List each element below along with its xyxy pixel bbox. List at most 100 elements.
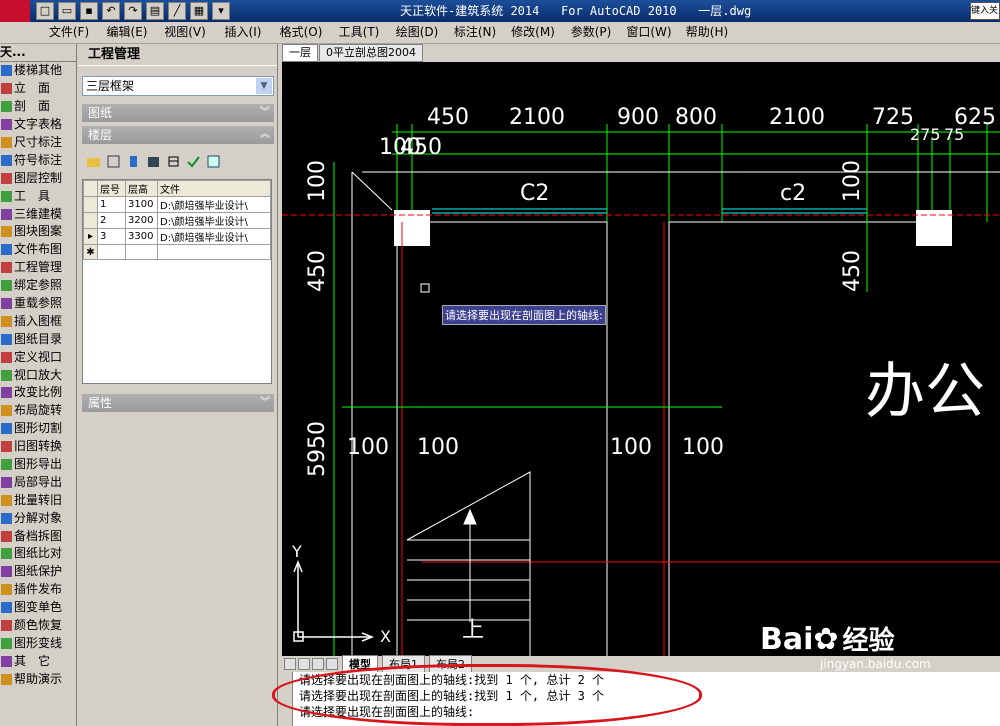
col-header-file[interactable]: 文件	[157, 180, 271, 197]
col-header-floor[interactable]: 层号	[97, 180, 126, 197]
table-row[interactable]: 1 3100 D:\颜培强毕业设计\	[83, 196, 271, 213]
new-file-icon[interactable]: □	[36, 2, 54, 20]
cell-height[interactable]: 3100	[125, 196, 158, 213]
cad-drawing-canvas[interactable]: 450 2100 900 800 2100 725 625 100 450 27…	[282, 62, 1000, 656]
menu-tools[interactable]: 工具(T)	[330, 22, 388, 43]
menu-file[interactable]: 文件(F)	[40, 22, 98, 43]
tool-item[interactable]: 尺寸标注	[0, 134, 76, 152]
open-folder-icon[interactable]: ▭	[58, 2, 76, 20]
chevron-double-up-icon[interactable]: ︽	[260, 126, 270, 144]
tool-item[interactable]: 布局旋转	[0, 402, 76, 420]
tool-item[interactable]: 分解对象	[0, 509, 76, 527]
menu-modify[interactable]: 修改(M)	[504, 22, 562, 43]
tool-item[interactable]: 绑定参照	[0, 277, 76, 295]
tool-item[interactable]: 改变比例	[0, 384, 76, 402]
menu-edit[interactable]: 编辑(E)	[98, 22, 156, 43]
last-tab-icon[interactable]	[326, 658, 338, 670]
table-new-row[interactable]: ✱	[83, 244, 271, 260]
frame-icon[interactable]	[106, 154, 121, 169]
tool-item[interactable]: 图块图案	[0, 223, 76, 241]
chevron-double-down-icon[interactable]: ︾	[260, 394, 270, 412]
tool-item[interactable]: 视口放大	[0, 366, 76, 384]
tab-first-floor[interactable]: 一层	[282, 44, 318, 62]
tool-item[interactable]: 工程管理	[0, 259, 76, 277]
calculator-icon[interactable]: ▦	[190, 2, 208, 20]
tool-item[interactable]: 局部导出	[0, 473, 76, 491]
tool-item[interactable]: 图形导出	[0, 456, 76, 474]
building-icon[interactable]	[126, 154, 141, 169]
menu-draw[interactable]: 绘图(D)	[388, 22, 446, 43]
menu-view[interactable]: 视图(V)	[156, 22, 214, 43]
menu-parameters[interactable]: 参数(P)	[562, 22, 620, 43]
prev-tab-icon[interactable]	[298, 658, 310, 670]
tool-icon	[1, 65, 12, 77]
undo-icon[interactable]: ↶	[102, 2, 120, 20]
chevron-double-down-icon[interactable]: ︾	[260, 104, 270, 122]
section-drawings[interactable]: 图纸 ︾	[82, 104, 274, 122]
table-row[interactable]: 2 3200 D:\颜培强毕业设计\	[83, 212, 271, 229]
app-logo-icon[interactable]	[0, 0, 30, 22]
tool-item[interactable]: 颜色恢复	[0, 617, 76, 635]
print-icon[interactable]: ▤	[146, 2, 164, 20]
project-select[interactable]: 三层框架 ▼	[82, 76, 274, 96]
menu-insert[interactable]: 插入(I)	[214, 22, 272, 43]
tool-item[interactable]: 立 面	[0, 80, 76, 98]
tool-item[interactable]: 其 它	[0, 652, 76, 670]
tool-item[interactable]: 图纸目录	[0, 330, 76, 348]
menu-help[interactable]: 帮助(H)	[678, 22, 736, 43]
cell-file[interactable]: D:\颜培强毕业设计\	[157, 228, 271, 245]
tool-item[interactable]: 图形变线	[0, 635, 76, 653]
table-icon[interactable]	[206, 154, 221, 169]
cell-height[interactable]: 3200	[125, 212, 158, 229]
stack-icon[interactable]	[146, 154, 161, 169]
tool-item[interactable]: 文字表格	[0, 116, 76, 134]
tool-item[interactable]: 旧图转换	[0, 438, 76, 456]
tool-item[interactable]: 图层控制	[0, 169, 76, 187]
tool-item[interactable]: 定义视口	[0, 348, 76, 366]
redo-icon[interactable]: ↷	[124, 2, 142, 20]
tab-plan-elevation[interactable]: 0平立剖总图2004	[319, 44, 423, 62]
next-tab-icon[interactable]	[312, 658, 324, 670]
chevron-down-icon[interactable]: ▼	[256, 78, 272, 94]
tool-item[interactable]: 三维建模	[0, 205, 76, 223]
save-icon[interactable]: ▪	[80, 2, 98, 20]
elevation-icon[interactable]	[166, 154, 181, 169]
col-header-height[interactable]: 层高	[125, 180, 158, 197]
tool-item[interactable]: 符号标注	[0, 151, 76, 169]
cell-height[interactable]: 3300	[125, 228, 158, 245]
cell-file[interactable]: D:\颜培强毕业设计\	[157, 212, 271, 229]
cell-floor[interactable]: 2	[97, 212, 126, 229]
cell-floor[interactable]: 1	[97, 196, 126, 213]
tool-item[interactable]: 工 具	[0, 187, 76, 205]
section-floors[interactable]: 楼层 ︽	[82, 126, 274, 144]
section-properties[interactable]: 属性 ︾	[82, 394, 274, 412]
tool-item[interactable]: 批量转旧	[0, 491, 76, 509]
tool-item[interactable]: 文件布图	[0, 241, 76, 259]
menu-dimension[interactable]: 标注(N)	[446, 22, 504, 43]
tool-item[interactable]: 图纸保护	[0, 563, 76, 581]
tool-item[interactable]: 图变单色	[0, 599, 76, 617]
match-properties-icon[interactable]: ╱	[168, 2, 186, 20]
tool-item[interactable]: 剖 面	[0, 98, 76, 116]
table-row[interactable]: ▸ 3 3300 D:\颜培强毕业设计\	[83, 228, 271, 245]
open-folder-icon[interactable]	[86, 154, 101, 169]
floor-plan-drawing[interactable]: 450 2100 900 800 2100 725 625 100 450 27…	[282, 62, 1000, 656]
dropdown-icon[interactable]: ▾	[212, 2, 230, 20]
tool-label: 工程管理	[14, 260, 63, 275]
tool-item[interactable]: 图纸比对	[0, 545, 76, 563]
cell-floor[interactable]: 3	[97, 228, 126, 245]
menu-window[interactable]: 窗口(W)	[620, 22, 678, 43]
cell-file[interactable]: D:\颜培强毕业设计\	[157, 196, 271, 213]
first-tab-icon[interactable]	[284, 658, 296, 670]
tool-item[interactable]: 插件发布	[0, 581, 76, 599]
tool-item[interactable]: 备档拆图	[0, 527, 76, 545]
search-input[interactable]: 键入关	[970, 2, 1000, 20]
tool-label: 批量转旧	[14, 492, 63, 507]
tool-item[interactable]: 重载参照	[0, 295, 76, 313]
tool-item[interactable]: 插入图框	[0, 312, 76, 330]
tool-item[interactable]: 楼梯其他	[0, 62, 76, 80]
tool-item[interactable]: 图形切割	[0, 420, 76, 438]
tool-item[interactable]: 帮助演示	[0, 670, 76, 688]
check-icon[interactable]	[186, 154, 201, 169]
menu-format[interactable]: 格式(O)	[272, 22, 330, 43]
